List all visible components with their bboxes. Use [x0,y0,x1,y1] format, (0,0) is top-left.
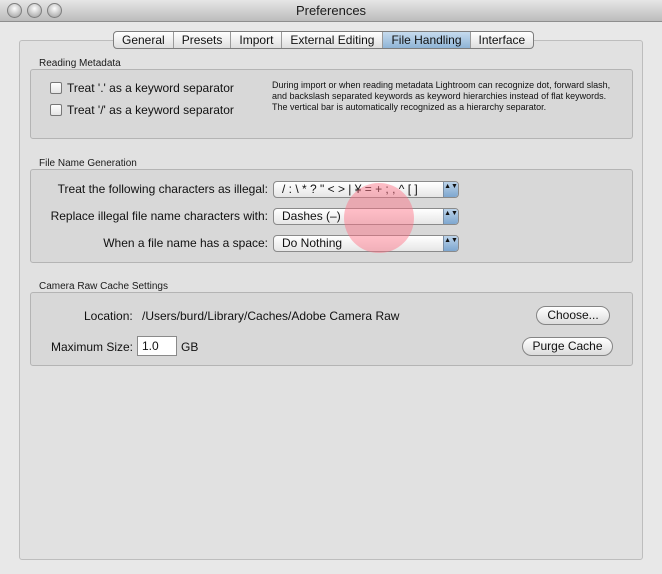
file-name-generation-heading: File Name Generation [39,158,137,169]
reading-metadata-heading: Reading Metadata [39,58,121,69]
cursor-highlight [344,183,414,253]
reading-metadata-description: During import or when reading metadata L… [272,80,611,112]
tab-general[interactable]: General [114,32,174,48]
up-down-arrows-icon: ▲▼ [443,209,458,224]
tab-file-handling[interactable]: File Handling [383,32,471,48]
tab-interface[interactable]: Interface [471,32,534,48]
location-path: /Users/burd/Library/Caches/Adobe Camera … [142,309,400,323]
slash-separator-checkbox[interactable] [50,104,62,116]
tab-external-editing[interactable]: External Editing [282,32,384,48]
illegal-chars-label: Treat the following characters as illega… [57,182,268,196]
up-down-arrows-icon: ▲▼ [443,236,458,251]
dot-separator-checkbox[interactable] [50,82,62,94]
maximum-size-unit: GB [181,340,199,354]
title-bar: Preferences [0,0,662,22]
choose-location-button[interactable]: Choose... [536,306,610,325]
dot-separator-label: Treat '.' as a keyword separator [67,81,234,95]
space-handling-value: Do Nothing [282,236,343,250]
tab-bar: General Presets Import External Editing … [113,31,535,49]
maximum-size-input[interactable]: 1.0 [137,336,177,356]
up-down-arrows-icon: ▲▼ [443,182,458,197]
replace-chars-value: Dashes (–) [282,209,341,223]
tab-presets[interactable]: Presets [174,32,232,48]
window-title: Preferences [295,3,367,18]
dot-separator-option[interactable]: Treat '.' as a keyword separator [50,81,234,95]
purge-cache-button[interactable]: Purge Cache [522,337,613,356]
slash-separator-label: Treat '/' as a keyword separator [67,103,234,117]
tab-import[interactable]: Import [231,32,283,48]
space-handling-label: When a file name has a space: [103,236,268,250]
slash-separator-option[interactable]: Treat '/' as a keyword separator [50,103,234,117]
camera-raw-cache-heading: Camera Raw Cache Settings [39,281,168,292]
location-label: Location: [84,309,133,323]
replace-chars-label: Replace illegal file name characters wit… [50,209,268,223]
maximum-size-label: Maximum Size: [51,340,134,354]
